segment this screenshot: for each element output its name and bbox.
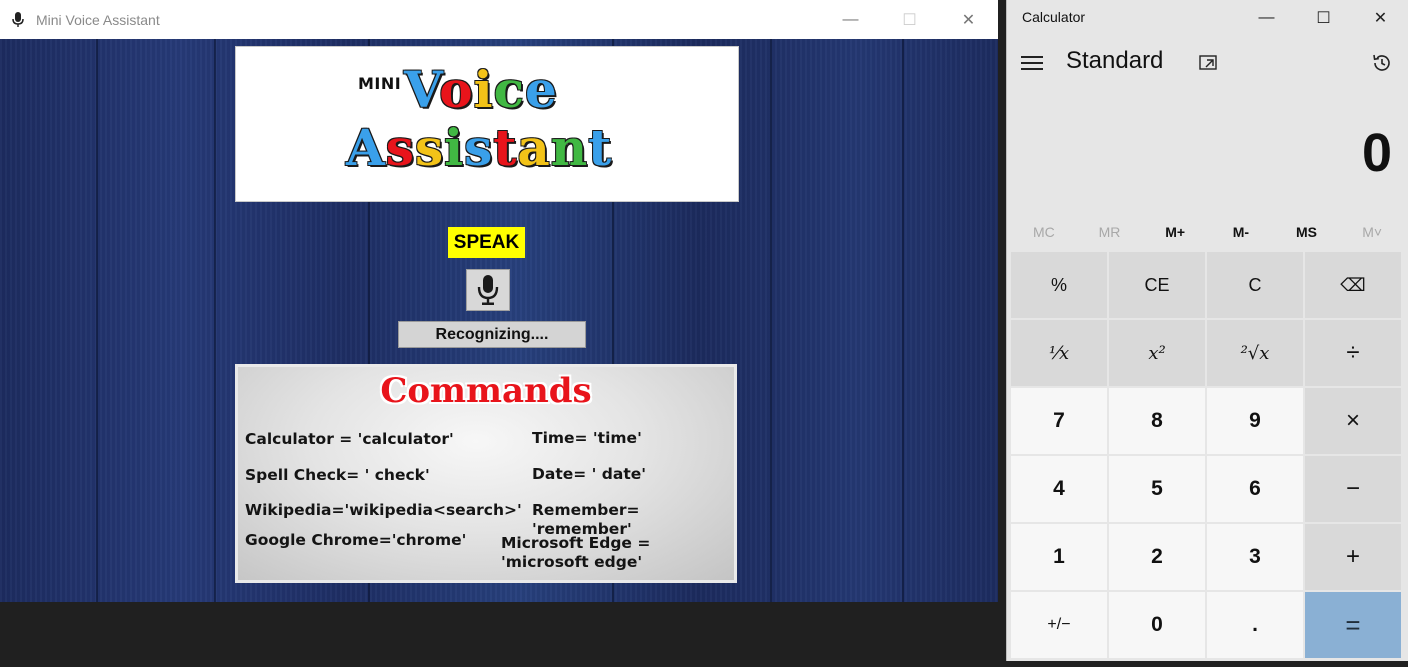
microphone-app-icon <box>0 0 36 39</box>
app-logo: MINI Voice Assistant <box>235 46 739 202</box>
divide-button[interactable]: ÷ <box>1305 320 1401 386</box>
calculator-display: 0 <box>1361 123 1392 183</box>
commands-title: Commands <box>380 371 592 411</box>
square-root-button[interactable]: ²√x <box>1207 320 1303 386</box>
wood-background: MINI Voice Assistant SPEAK Recognizing..… <box>0 39 998 602</box>
minimize-button[interactable]: — <box>821 0 880 39</box>
calculator-window: Calculator — ☐ ✕ Standard 0 MC MR M+ M- … <box>1006 0 1408 661</box>
command-time: Time= 'time' <box>532 429 642 447</box>
calculator-header: Standard <box>1007 40 1408 86</box>
command-google-chrome: Google Chrome='chrome' <box>245 531 467 549</box>
digit-3-button[interactable]: 3 <box>1207 524 1303 590</box>
digit-7-button[interactable]: 7 <box>1011 388 1107 454</box>
commands-panel: Commands Calculator = 'calculator' Time=… <box>235 364 737 583</box>
voice-assistant-titlebar: Mini Voice Assistant — ☐ ✕ <box>0 0 998 39</box>
logo-mini-text: MINI <box>358 74 402 93</box>
maximize-button[interactable]: ☐ <box>880 0 939 39</box>
digit-9-button[interactable]: 9 <box>1207 388 1303 454</box>
memory-list-button[interactable]: M˅ <box>1339 218 1405 246</box>
window-title: Mini Voice Assistant <box>36 11 160 28</box>
microphone-button[interactable] <box>466 269 510 311</box>
multiply-button[interactable]: × <box>1305 388 1401 454</box>
square-button[interactable]: x² <box>1109 320 1205 386</box>
backspace-button[interactable]: ⌫ <box>1305 252 1401 318</box>
command-calculator: Calculator = 'calculator' <box>245 430 454 448</box>
digit-2-button[interactable]: 2 <box>1109 524 1205 590</box>
add-button[interactable]: + <box>1305 524 1401 590</box>
digit-6-button[interactable]: 6 <box>1207 456 1303 522</box>
calc-close-button[interactable]: ✕ <box>1352 0 1408 36</box>
history-icon[interactable] <box>1369 50 1395 76</box>
calc-maximize-button[interactable]: ☐ <box>1295 0 1352 36</box>
equals-button[interactable]: = <box>1305 592 1401 658</box>
clear-entry-button[interactable]: CE <box>1109 252 1205 318</box>
memory-clear-button[interactable]: MC <box>1011 218 1077 246</box>
memory-add-button[interactable]: M+ <box>1142 218 1208 246</box>
close-button[interactable]: ✕ <box>939 0 998 39</box>
digit-1-button[interactable]: 1 <box>1011 524 1107 590</box>
memory-subtract-button[interactable]: M- <box>1208 218 1274 246</box>
digit-0-button[interactable]: 0 <box>1109 592 1205 658</box>
speak-label: SPEAK <box>448 227 525 258</box>
keep-on-top-icon[interactable] <box>1195 50 1221 76</box>
digit-8-button[interactable]: 8 <box>1109 388 1205 454</box>
command-spell-check: Spell Check= ' check' <box>245 466 430 484</box>
memory-recall-button[interactable]: MR <box>1077 218 1143 246</box>
command-date: Date= ' date' <box>532 465 646 483</box>
calc-minimize-button[interactable]: — <box>1238 0 1295 36</box>
recognition-status: Recognizing.... <box>398 321 586 348</box>
plank-divider <box>770 39 772 602</box>
mode-title: Standard <box>1066 47 1164 74</box>
decimal-button[interactable]: . <box>1207 592 1303 658</box>
plank-divider <box>214 39 216 602</box>
command-wikipedia: Wikipedia='wikipedia<search>' <box>245 501 522 519</box>
memory-buttons: MC MR M+ M- MS M˅ <box>1011 218 1405 246</box>
calculator-keypad: % CE C ⌫ ⅟x x² ²√x ÷ 7 8 9 × 4 5 6 − 1 2… <box>1011 252 1405 658</box>
microphone-icon <box>477 275 499 305</box>
percent-button[interactable]: % <box>1011 252 1107 318</box>
calculator-title: Calculator <box>1022 9 1086 25</box>
calculator-titlebar: Calculator — ☐ ✕ <box>1007 0 1408 36</box>
subtract-button[interactable]: − <box>1305 456 1401 522</box>
plank-divider <box>902 39 904 602</box>
plank-divider <box>96 39 98 602</box>
negate-button[interactable]: +/− <box>1011 592 1107 658</box>
memory-store-button[interactable]: MS <box>1274 218 1340 246</box>
logo-assistant-text: Assistant <box>346 118 613 177</box>
voice-assistant-window: Mini Voice Assistant — ☐ ✕ MINI Voice As… <box>0 0 998 602</box>
command-microsoft-edge: Microsoft Edge = 'microsoft edge' <box>501 534 651 571</box>
hamburger-menu-icon[interactable] <box>1021 48 1043 78</box>
reciprocal-button[interactable]: ⅟x <box>1011 320 1107 386</box>
clear-button[interactable]: C <box>1207 252 1303 318</box>
digit-5-button[interactable]: 5 <box>1109 456 1205 522</box>
logo-voice-text: Voice <box>404 60 558 119</box>
digit-4-button[interactable]: 4 <box>1011 456 1107 522</box>
